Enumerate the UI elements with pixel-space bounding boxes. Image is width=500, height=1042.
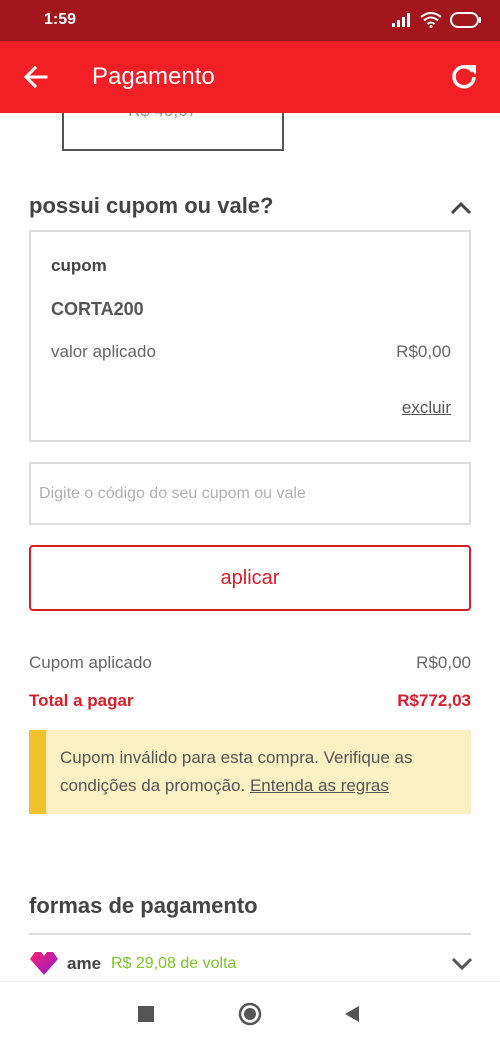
status-icons <box>392 12 482 28</box>
chevron-up-icon <box>450 201 472 215</box>
home-button[interactable] <box>238 1002 262 1031</box>
back-nav-button[interactable] <box>344 1005 360 1028</box>
back-button[interactable] <box>20 61 52 93</box>
total-value: R$772,03 <box>397 691 471 710</box>
applied-value-label: valor aplicado <box>51 342 156 361</box>
ame-name: ame <box>67 954 102 973</box>
coupon-code: CORTA200 <box>51 299 144 319</box>
coupon-code-input[interactable] <box>29 462 471 525</box>
chevron-down-icon <box>451 957 473 971</box>
system-nav-bar <box>0 981 500 1042</box>
ame-expand-button[interactable] <box>451 957 473 976</box>
refresh-button[interactable] <box>448 61 480 93</box>
coupon-applied-value: R$0,00 <box>416 653 471 672</box>
previous-card: R$ 40,67 <box>62 113 284 151</box>
warning-accent-bar <box>29 730 46 814</box>
wifi-icon <box>420 12 442 28</box>
total-label: Total a pagar <box>29 691 134 710</box>
divider <box>29 933 471 935</box>
battery-icon <box>450 12 481 28</box>
recents-button[interactable] <box>138 1006 154 1027</box>
invalid-coupon-warning: Cupom inválido para esta compra. Verifiq… <box>29 730 471 814</box>
status-time: 1:59 <box>44 11 77 28</box>
previous-card-text: R$ 40,67 <box>128 113 197 121</box>
home-circle-icon <box>238 1002 262 1026</box>
apply-coupon-button[interactable]: aplicar <box>29 545 471 611</box>
remove-coupon-link[interactable]: excluir <box>402 398 451 418</box>
payment-option-ame[interactable]: ame R$ 29,08 de volta <box>29 950 471 978</box>
coupon-section-title: possui cupom ou vale? <box>29 193 274 218</box>
refresh-icon <box>452 65 476 89</box>
ame-heart-logo <box>30 952 58 975</box>
coupon-applied-label: Cupom aplicado <box>29 653 152 672</box>
square-icon <box>138 1006 154 1022</box>
signal-icon <box>392 13 410 27</box>
status-bar: 1:59 <box>0 0 500 41</box>
triangle-back-icon <box>345 1006 359 1022</box>
coupon-collapse-button[interactable] <box>450 201 472 220</box>
warning-text-block: Cupom inválido para esta compra. Verifiq… <box>60 744 460 800</box>
coupon-label: cupom <box>51 256 107 275</box>
applied-coupon-card: cupom CORTA200 valor aplicado R$0,00 exc… <box>29 230 471 442</box>
ame-cashback: R$ 29,08 de volta <box>111 955 237 972</box>
page-title: Pagamento <box>92 63 215 90</box>
payment-section-title: formas de pagamento <box>29 893 258 918</box>
rules-link[interactable]: Entenda as regras <box>250 776 389 795</box>
app-bar: Pagamento <box>0 41 500 113</box>
applied-value: R$0,00 <box>396 342 451 361</box>
arrow-left-icon <box>23 65 48 89</box>
